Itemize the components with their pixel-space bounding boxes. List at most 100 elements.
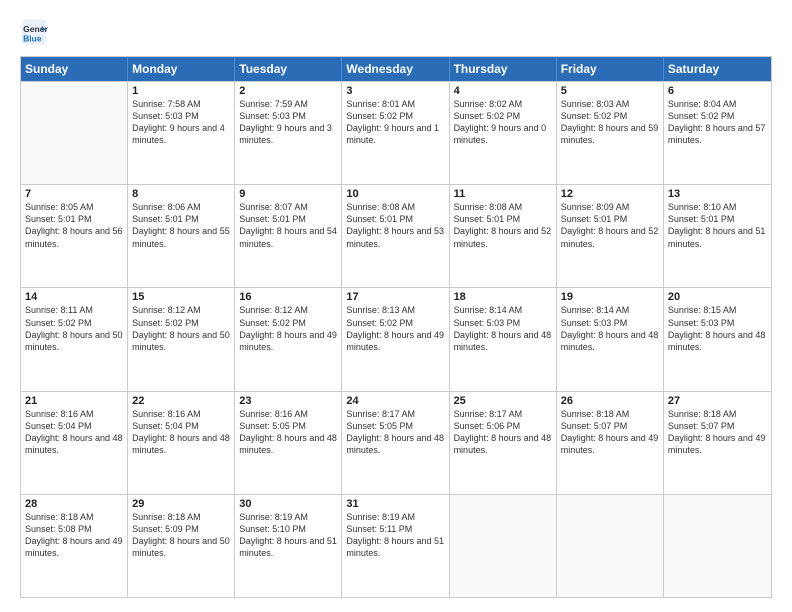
day-number: 30 xyxy=(239,498,337,510)
daylight-label: Daylight: 8 hours and 48 minutes. xyxy=(668,329,767,353)
day-header-saturday: Saturday xyxy=(664,57,771,81)
daylight-label: Daylight: 8 hours and 49 minutes. xyxy=(25,535,123,559)
day-cell-12: 12Sunrise: 8:09 AMSunset: 5:01 PMDayligh… xyxy=(557,185,664,287)
sunset-line: Sunset: 5:02 PM xyxy=(668,110,767,122)
sunset-line: Sunset: 5:01 PM xyxy=(346,213,444,225)
daylight-label: Daylight: 8 hours and 48 minutes. xyxy=(454,432,552,456)
sunset-line: Sunset: 5:02 PM xyxy=(454,110,552,122)
sunset-line: Sunset: 5:03 PM xyxy=(239,110,337,122)
calendar-body: 1Sunrise: 7:58 AMSunset: 5:03 PMDaylight… xyxy=(21,81,771,597)
sunset-line: Sunset: 5:06 PM xyxy=(454,420,552,432)
day-number: 22 xyxy=(132,395,230,407)
empty-cell xyxy=(450,495,557,597)
header: General Blue xyxy=(20,18,772,46)
day-cell-9: 9Sunrise: 8:07 AMSunset: 5:01 PMDaylight… xyxy=(235,185,342,287)
daylight-label: Daylight: 8 hours and 49 minutes. xyxy=(346,329,444,353)
logo-icon: General Blue xyxy=(20,18,48,46)
sunrise-line: Sunrise: 7:59 AM xyxy=(239,98,337,110)
sunset-line: Sunset: 5:09 PM xyxy=(132,523,230,535)
sunset-line: Sunset: 5:11 PM xyxy=(346,523,444,535)
day-cell-4: 4Sunrise: 8:02 AMSunset: 5:02 PMDaylight… xyxy=(450,82,557,184)
daylight-label: Daylight: 8 hours and 51 minutes. xyxy=(668,225,767,249)
day-number: 24 xyxy=(346,395,444,407)
sunrise-line: Sunrise: 8:18 AM xyxy=(132,511,230,523)
daylight-label: Daylight: 8 hours and 49 minutes. xyxy=(239,329,337,353)
day-number: 14 xyxy=(25,291,123,303)
week-row-2: 7Sunrise: 8:05 AMSunset: 5:01 PMDaylight… xyxy=(21,184,771,287)
calendar-header-row: SundayMondayTuesdayWednesdayThursdayFrid… xyxy=(21,57,771,81)
sunrise-line: Sunrise: 8:04 AM xyxy=(668,98,767,110)
daylight-label: Daylight: 9 hours and 4 minutes. xyxy=(132,122,230,146)
sunset-line: Sunset: 5:02 PM xyxy=(346,110,444,122)
svg-text:Blue: Blue xyxy=(23,33,42,43)
day-number: 12 xyxy=(561,188,659,200)
day-number: 3 xyxy=(346,85,444,97)
sunrise-line: Sunrise: 8:18 AM xyxy=(561,408,659,420)
daylight-label: Daylight: 8 hours and 48 minutes. xyxy=(25,432,123,456)
day-cell-25: 25Sunrise: 8:17 AMSunset: 5:06 PMDayligh… xyxy=(450,392,557,494)
sunset-line: Sunset: 5:01 PM xyxy=(239,213,337,225)
day-cell-17: 17Sunrise: 8:13 AMSunset: 5:02 PMDayligh… xyxy=(342,288,449,390)
empty-cell xyxy=(557,495,664,597)
sunset-line: Sunset: 5:01 PM xyxy=(668,213,767,225)
daylight-label: Daylight: 9 hours and 3 minutes. xyxy=(239,122,337,146)
sunrise-line: Sunrise: 8:10 AM xyxy=(668,201,767,213)
day-cell-11: 11Sunrise: 8:08 AMSunset: 5:01 PMDayligh… xyxy=(450,185,557,287)
day-header-thursday: Thursday xyxy=(450,57,557,81)
day-number: 8 xyxy=(132,188,230,200)
sunset-line: Sunset: 5:05 PM xyxy=(346,420,444,432)
week-row-1: 1Sunrise: 7:58 AMSunset: 5:03 PMDaylight… xyxy=(21,81,771,184)
day-cell-21: 21Sunrise: 8:16 AMSunset: 5:04 PMDayligh… xyxy=(21,392,128,494)
day-cell-10: 10Sunrise: 8:08 AMSunset: 5:01 PMDayligh… xyxy=(342,185,449,287)
day-cell-15: 15Sunrise: 8:12 AMSunset: 5:02 PMDayligh… xyxy=(128,288,235,390)
day-number: 25 xyxy=(454,395,552,407)
sunset-line: Sunset: 5:03 PM xyxy=(668,317,767,329)
sunset-line: Sunset: 5:02 PM xyxy=(561,110,659,122)
week-row-3: 14Sunrise: 8:11 AMSunset: 5:02 PMDayligh… xyxy=(21,287,771,390)
day-number: 13 xyxy=(668,188,767,200)
day-cell-24: 24Sunrise: 8:17 AMSunset: 5:05 PMDayligh… xyxy=(342,392,449,494)
sunrise-line: Sunrise: 8:12 AM xyxy=(239,304,337,316)
day-number: 2 xyxy=(239,85,337,97)
sunrise-line: Sunrise: 8:02 AM xyxy=(454,98,552,110)
sunset-line: Sunset: 5:04 PM xyxy=(132,420,230,432)
day-number: 9 xyxy=(239,188,337,200)
day-number: 20 xyxy=(668,291,767,303)
day-cell-16: 16Sunrise: 8:12 AMSunset: 5:02 PMDayligh… xyxy=(235,288,342,390)
calendar: SundayMondayTuesdayWednesdayThursdayFrid… xyxy=(20,56,772,598)
sunset-line: Sunset: 5:01 PM xyxy=(132,213,230,225)
day-cell-18: 18Sunrise: 8:14 AMSunset: 5:03 PMDayligh… xyxy=(450,288,557,390)
sunrise-line: Sunrise: 8:17 AM xyxy=(454,408,552,420)
day-cell-13: 13Sunrise: 8:10 AMSunset: 5:01 PMDayligh… xyxy=(664,185,771,287)
sunrise-line: Sunrise: 8:12 AM xyxy=(132,304,230,316)
page: General Blue SundayMondayTuesdayWednesda… xyxy=(0,0,792,612)
sunset-line: Sunset: 5:08 PM xyxy=(25,523,123,535)
sunrise-line: Sunrise: 8:14 AM xyxy=(561,304,659,316)
daylight-label: Daylight: 8 hours and 50 minutes. xyxy=(25,329,123,353)
day-number: 26 xyxy=(561,395,659,407)
day-number: 6 xyxy=(668,85,767,97)
day-number: 7 xyxy=(25,188,123,200)
sunrise-line: Sunrise: 8:05 AM xyxy=(25,201,123,213)
day-number: 18 xyxy=(454,291,552,303)
daylight-label: Daylight: 8 hours and 49 minutes. xyxy=(668,432,767,456)
day-number: 29 xyxy=(132,498,230,510)
day-number: 21 xyxy=(25,395,123,407)
day-cell-8: 8Sunrise: 8:06 AMSunset: 5:01 PMDaylight… xyxy=(128,185,235,287)
sunset-line: Sunset: 5:02 PM xyxy=(239,317,337,329)
daylight-label: Daylight: 9 hours and 0 minutes. xyxy=(454,122,552,146)
sunrise-line: Sunrise: 7:58 AM xyxy=(132,98,230,110)
day-cell-26: 26Sunrise: 8:18 AMSunset: 5:07 PMDayligh… xyxy=(557,392,664,494)
daylight-label: Daylight: 8 hours and 52 minutes. xyxy=(454,225,552,249)
week-row-4: 21Sunrise: 8:16 AMSunset: 5:04 PMDayligh… xyxy=(21,391,771,494)
daylight-label: Daylight: 8 hours and 52 minutes. xyxy=(561,225,659,249)
sunrise-line: Sunrise: 8:09 AM xyxy=(561,201,659,213)
day-number: 19 xyxy=(561,291,659,303)
day-cell-1: 1Sunrise: 7:58 AMSunset: 5:03 PMDaylight… xyxy=(128,82,235,184)
sunrise-line: Sunrise: 8:08 AM xyxy=(454,201,552,213)
sunrise-line: Sunrise: 8:15 AM xyxy=(668,304,767,316)
sunset-line: Sunset: 5:03 PM xyxy=(132,110,230,122)
day-cell-5: 5Sunrise: 8:03 AMSunset: 5:02 PMDaylight… xyxy=(557,82,664,184)
sunset-line: Sunset: 5:10 PM xyxy=(239,523,337,535)
day-number: 28 xyxy=(25,498,123,510)
